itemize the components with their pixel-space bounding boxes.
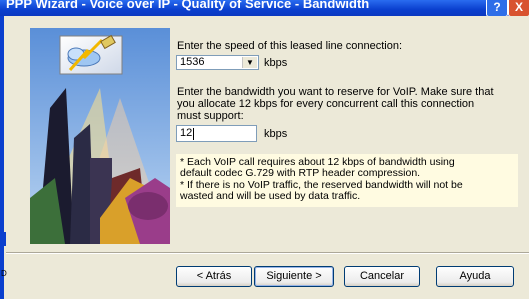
info-note: * Each VoIP call requires about 12 kbps … — [176, 154, 518, 207]
next-button[interactable]: Siguiente > — [254, 266, 334, 287]
background-window-edge-accent — [0, 232, 6, 246]
bandwidth-label-line-2: you allocate 12 kbps for every concurren… — [177, 98, 475, 110]
back-button[interactable]: < Atrás — [176, 266, 252, 287]
speed-label: Enter the speed of this leased line conn… — [177, 40, 403, 52]
title-bar: PPP Wizard - Voice over IP - Quality of … — [0, 0, 529, 16]
bandwidth-label-line-3: must support: — [177, 110, 244, 122]
bandwidth-input[interactable]: 12 — [176, 125, 257, 142]
window-title: PPP Wizard - Voice over IP - Quality of … — [6, 0, 370, 11]
wizard-illustration — [30, 28, 170, 244]
bandwidth-label-line-1: Enter the bandwidth you want to reserve … — [177, 86, 494, 98]
wizard-window: PPP Wizard - Voice over IP - Quality of … — [0, 0, 529, 299]
close-button[interactable]: X — [508, 0, 529, 16]
bandwidth-value: 12 — [180, 127, 193, 139]
speed-select[interactable]: 1536 ▼ — [176, 55, 259, 70]
background-window-edge — [0, 16, 4, 299]
help-title-button[interactable]: ? — [486, 0, 508, 16]
note-line-2: default codec G.729 with RTP header comp… — [180, 167, 421, 179]
cancel-button[interactable]: Cancelar — [344, 266, 420, 287]
chevron-down-icon[interactable]: ▼ — [242, 57, 257, 68]
text-caret — [193, 128, 194, 140]
speed-unit: kbps — [264, 57, 288, 69]
background-edge-text: D — [1, 269, 7, 278]
help-button[interactable]: Ayuda — [436, 266, 514, 287]
bandwidth-unit: kbps — [264, 128, 288, 140]
footer-separator — [6, 252, 529, 254]
note-line-4: wasted and will be used by data traffic. — [180, 190, 361, 202]
speed-value: 1536 — [180, 56, 205, 68]
